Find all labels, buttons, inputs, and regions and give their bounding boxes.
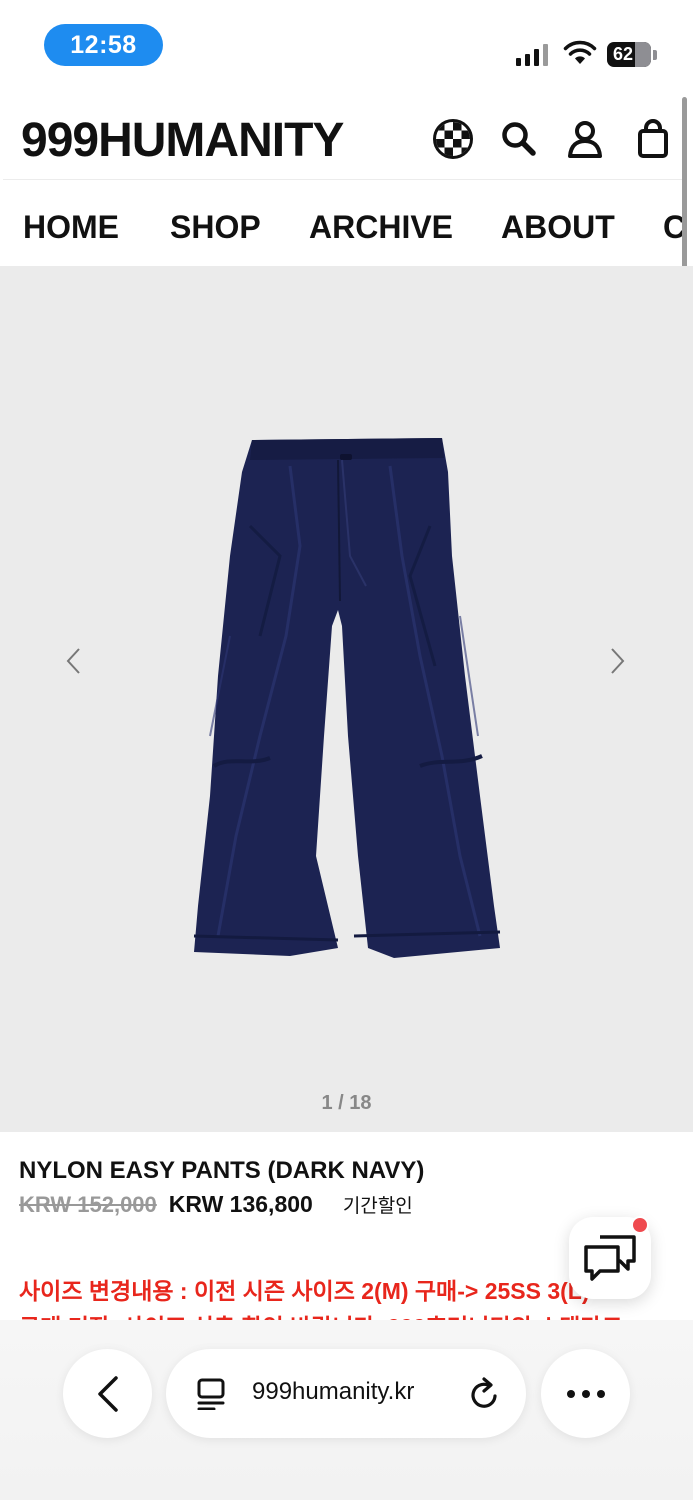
status-bar: 12:58 62 xyxy=(0,0,693,90)
shopping-bag-icon[interactable] xyxy=(631,117,675,161)
gallery-next-arrow[interactable] xyxy=(603,641,633,681)
product-image[interactable] xyxy=(190,436,502,962)
nav-item-truncated[interactable]: C xyxy=(663,209,683,246)
gallery-counter: 1 / 18 xyxy=(321,1092,372,1114)
battery-indicator: 62 xyxy=(607,42,651,67)
nav-item-about[interactable]: ABOUT xyxy=(501,209,615,246)
search-icon[interactable] xyxy=(497,117,541,161)
browser-more-button[interactable] xyxy=(541,1349,630,1438)
size-notice-line2: 구매 기장, 사이즈 신축 확인 바랍니다. 999휴머니티의 스탠다드 xyxy=(19,1308,623,1320)
cellular-signal-icon xyxy=(516,44,548,66)
notice-overflow: 구매 기장, 사이즈 신축 확인 바랍니다. 999휴머니티의 스탠다드 xyxy=(0,1300,693,1320)
product-gallery: 1 / 18 xyxy=(0,266,693,1132)
reload-icon[interactable] xyxy=(469,1377,501,1411)
user-icon[interactable] xyxy=(563,117,607,161)
battery-level: 62 xyxy=(613,44,634,64)
chat-notification-dot xyxy=(631,1216,649,1234)
chat-bubbles-icon xyxy=(584,1235,636,1281)
browser-back-button[interactable] xyxy=(63,1349,152,1438)
url-text: 999humanity.kr xyxy=(252,1378,415,1405)
url-bar[interactable]: 999humanity.kr xyxy=(166,1349,526,1438)
product-title: NYLON EASY PANTS (DARK NAVY) xyxy=(19,1157,425,1184)
checker-globe-icon[interactable] xyxy=(431,117,475,161)
battery-tip xyxy=(653,50,657,60)
wifi-icon xyxy=(563,40,597,64)
nav-item-archive[interactable]: ARCHIVE xyxy=(309,209,453,246)
back-icon xyxy=(97,1375,118,1412)
main-nav: HOME SHOP ARCHIVE ABOUT C xyxy=(3,182,683,266)
original-price: KRW 152,000 xyxy=(19,1192,157,1217)
nav-item-home[interactable]: HOME xyxy=(23,209,119,246)
gallery-prev-arrow[interactable] xyxy=(58,641,88,681)
site-logo[interactable]: 999HUMANITY xyxy=(21,113,344,168)
sale-price: KRW 136,800 xyxy=(168,1191,313,1217)
site-header: 999HUMANITY xyxy=(3,95,683,180)
price-row: KRW 152,000 KRW 136,800 기간할인 xyxy=(19,1191,413,1218)
nav-item-shop[interactable]: SHOP xyxy=(170,209,261,246)
page-icon xyxy=(197,1378,225,1410)
discount-label: 기간할인 xyxy=(342,1196,413,1217)
more-icon xyxy=(566,1389,605,1398)
status-time: 12:58 xyxy=(44,24,163,66)
